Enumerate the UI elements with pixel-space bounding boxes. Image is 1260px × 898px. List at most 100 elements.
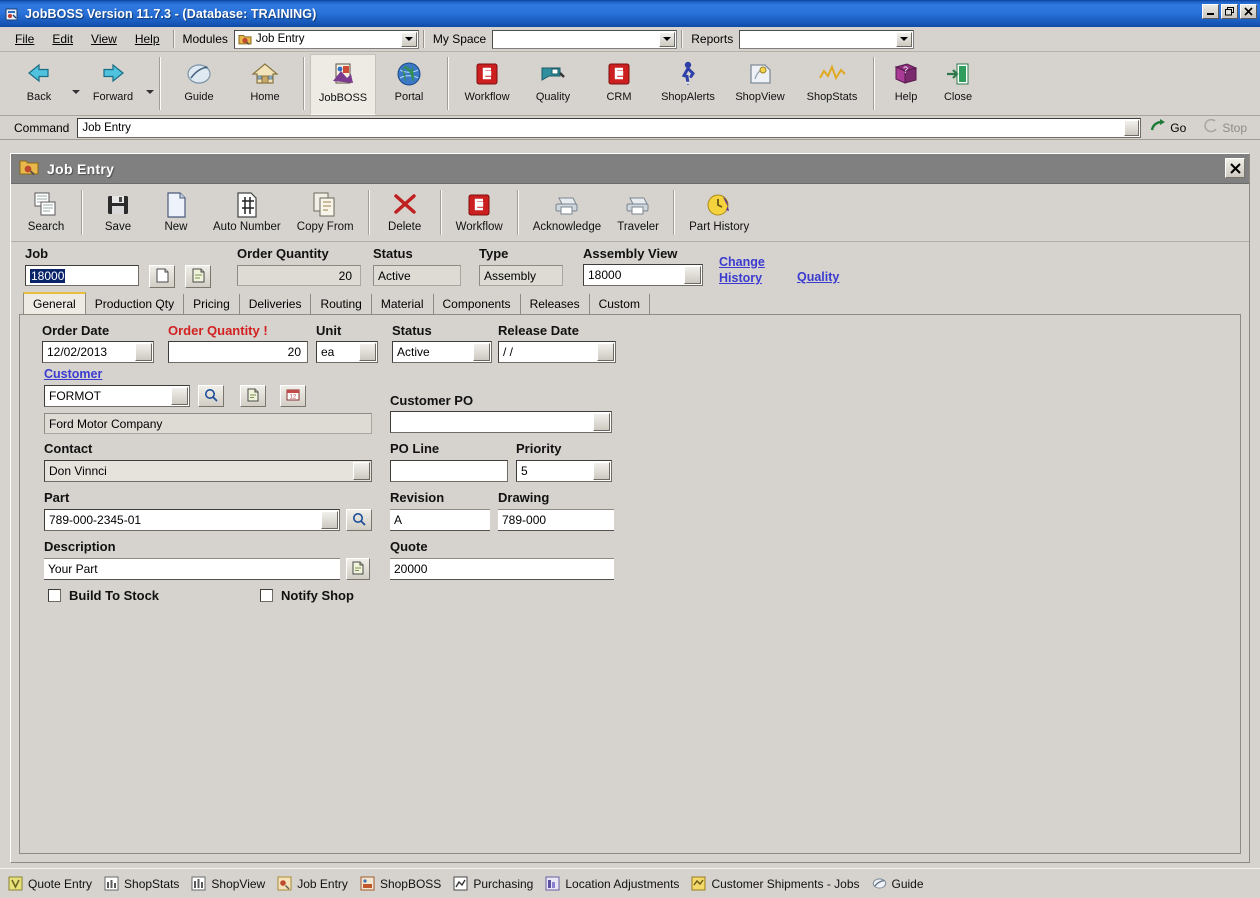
close-button[interactable] (1240, 4, 1257, 19)
po-line-input[interactable] (390, 460, 508, 482)
toolbar-forward-button[interactable]: Forward (80, 54, 146, 115)
tab-deliveries[interactable]: Deliveries (239, 294, 312, 314)
quality-link[interactable]: Quality (797, 270, 839, 284)
modules-combo[interactable]: Job Entry (233, 29, 419, 49)
build-to-stock-checkbox[interactable] (48, 589, 61, 602)
job-input[interactable]: 18000 (25, 265, 139, 286)
chevron-down-icon[interactable] (1124, 119, 1140, 136)
taskbar-item-job-entry[interactable]: Job Entry (277, 876, 360, 891)
myspace-combo[interactable] (492, 29, 678, 49)
quote-input[interactable]: 20000 (390, 558, 614, 580)
tab-custom[interactable]: Custom (589, 294, 650, 314)
toolbar-guide-button[interactable]: Guide (166, 54, 232, 115)
chevron-down-icon[interactable] (896, 31, 913, 47)
part-combo[interactable]: 789-000-2345-01 (44, 509, 340, 531)
restore-button[interactable] (1221, 4, 1238, 19)
form-save-button[interactable]: Save (89, 186, 147, 241)
toolbar-help-button[interactable]: ? Help (880, 54, 932, 115)
form-auto-number-button[interactable]: Auto Number (205, 186, 289, 241)
assembly-view-combo[interactable]: 18000 (583, 264, 703, 286)
tab-releases[interactable]: Releases (520, 294, 590, 314)
notify-shop-checkbox[interactable] (260, 589, 273, 602)
reports-combo[interactable] (739, 29, 915, 49)
notify-shop-checkbox-row[interactable]: Notify Shop (260, 588, 354, 603)
taskbar-item-shopstats[interactable]: ShopStats (104, 876, 191, 891)
back-dropdown-caret-icon[interactable] (72, 89, 80, 94)
toolbar-workflow-button[interactable]: Workflow (454, 54, 520, 115)
minimize-button[interactable] (1202, 4, 1219, 19)
toolbar-close-button[interactable]: Close (932, 54, 984, 115)
taskbar-item-shopview[interactable]: ShopView (191, 876, 277, 891)
menu-help[interactable]: Help (126, 29, 169, 49)
form-copy-from-button[interactable]: Copy From (289, 186, 362, 241)
chevron-down-icon[interactable] (135, 343, 152, 361)
chevron-down-icon[interactable] (353, 462, 370, 480)
taskbar-item-location-adjustments[interactable]: Location Adjustments (545, 876, 691, 891)
chevron-down-icon[interactable] (400, 31, 417, 47)
priority-combo[interactable]: 5 (516, 460, 612, 482)
menu-file[interactable]: File (6, 29, 43, 49)
tab-production-qty[interactable]: Production Qty (85, 294, 185, 314)
form-search-button[interactable]: Search (17, 186, 75, 241)
description-input[interactable]: Your Part (44, 558, 340, 580)
taskbar-item-customer-shipments[interactable]: Customer Shipments - Jobs (691, 876, 871, 891)
form-acknowledge-button[interactable]: Acknowledge (525, 186, 609, 241)
taskbar-item-quote-entry[interactable]: Quote Entry (8, 876, 104, 891)
toolbar-jobboss-button[interactable]: JobBOSS (310, 54, 376, 115)
tab-routing[interactable]: Routing (311, 294, 372, 314)
menu-edit[interactable]: Edit (43, 29, 82, 49)
tab-general[interactable]: General (23, 292, 86, 314)
order-date-input[interactable]: 12/02/2013 (42, 341, 154, 363)
toolbar-home-button[interactable]: Home (232, 54, 298, 115)
release-date-input[interactable]: / / (498, 341, 616, 363)
chevron-down-icon[interactable] (473, 343, 490, 361)
chevron-down-icon[interactable] (593, 413, 610, 431)
toolbar-shopstats-button[interactable]: ShopStats (796, 54, 868, 115)
toolbar-back-button[interactable]: Back (6, 54, 72, 115)
forward-dropdown-caret-icon[interactable] (146, 89, 154, 94)
form-delete-button[interactable]: Delete (376, 186, 434, 241)
form-part-history-button[interactable]: Part History (681, 186, 757, 241)
toolbar-portal-button[interactable]: Portal (376, 54, 442, 115)
toolbar-shopalerts-button[interactable]: ShopAlerts (652, 54, 724, 115)
form-workflow-button[interactable]: Workflow (448, 186, 511, 241)
customer-label[interactable]: Customer (44, 367, 102, 381)
chevron-down-icon[interactable] (171, 387, 188, 405)
change-history-link[interactable]: Change History (719, 254, 765, 286)
chevron-down-icon[interactable] (593, 462, 610, 480)
toolbar-quality-button[interactable]: Quality (520, 54, 586, 115)
chevron-down-icon[interactable] (684, 266, 701, 284)
chevron-down-icon[interactable] (321, 511, 338, 529)
customer-calendar-button[interactable]: 12 (280, 385, 306, 407)
part-search-button[interactable] (346, 509, 372, 531)
general-status-combo[interactable]: Active (392, 341, 492, 363)
taskbar-item-purchasing[interactable]: Purchasing (453, 876, 545, 891)
chevron-down-icon[interactable] (659, 31, 676, 47)
form-new-button[interactable]: New (147, 186, 205, 241)
unit-combo[interactable]: ea (316, 341, 378, 363)
go-button[interactable]: Go (1141, 119, 1195, 136)
description-doc-button[interactable] (346, 558, 370, 580)
job-copy-doc-button[interactable] (185, 265, 211, 288)
taskbar-item-shopboss[interactable]: ShopBOSS (360, 876, 453, 891)
chevron-down-icon[interactable] (359, 343, 376, 361)
form-traveler-button[interactable]: Traveler (609, 186, 667, 241)
revision-input[interactable]: A (390, 509, 490, 531)
job-entry-close-button[interactable] (1225, 158, 1245, 178)
toolbar-crm-button[interactable]: CRM (586, 54, 652, 115)
customer-po-combo[interactable] (390, 411, 612, 433)
drawing-input[interactable]: 789-000 (498, 509, 614, 531)
tab-components[interactable]: Components (433, 294, 521, 314)
customer-search-button[interactable] (198, 385, 224, 407)
toolbar-shopview-button[interactable]: ShopView (724, 54, 796, 115)
customer-combo[interactable]: FORMOT (44, 385, 190, 407)
customer-doc-button[interactable] (240, 385, 266, 407)
contact-combo[interactable]: Don Vinnci (44, 460, 372, 482)
tab-pricing[interactable]: Pricing (184, 294, 240, 314)
command-input[interactable]: Job Entry (77, 117, 1142, 138)
taskbar-item-guide[interactable]: Guide (872, 876, 936, 891)
menu-view[interactable]: View (82, 29, 126, 49)
chevron-down-icon[interactable] (597, 343, 614, 361)
order-quantity-input[interactable]: 20 (168, 341, 308, 363)
build-to-stock-checkbox-row[interactable]: Build To Stock (48, 588, 159, 603)
